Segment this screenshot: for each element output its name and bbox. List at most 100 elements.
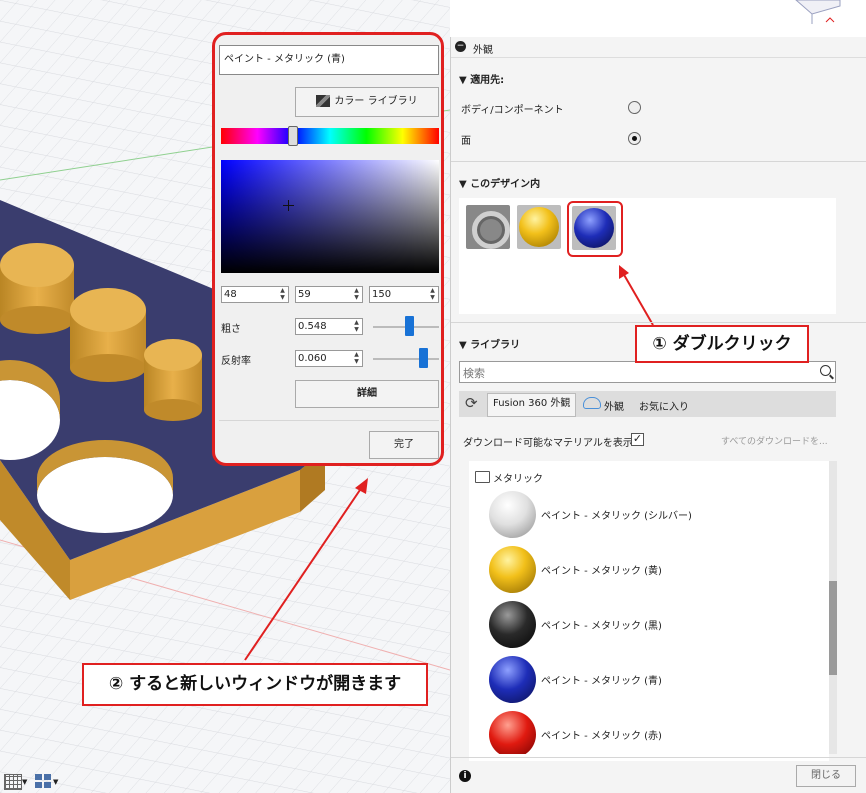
in-design-header[interactable]: ▼ このデザイン内 bbox=[459, 175, 540, 190]
library-item-label: ペイント - メタリック (シルバー) bbox=[541, 511, 692, 522]
search-icon-handle bbox=[829, 374, 834, 380]
divider bbox=[451, 322, 866, 323]
chevron-down-icon[interactable]: ▼ bbox=[22, 778, 27, 786]
saturation-value-field[interactable] bbox=[221, 160, 439, 273]
library-item[interactable]: ペイント - メタリック (黒) bbox=[489, 599, 829, 650]
cloud-icon bbox=[583, 397, 601, 409]
crosshair-icon bbox=[283, 200, 294, 211]
triangle-down-icon: ▼ bbox=[459, 179, 467, 190]
reflectance-slider-handle[interactable] bbox=[418, 348, 428, 368]
panel-title: 外観 bbox=[473, 45, 493, 56]
library-title: ライブラリ bbox=[470, 340, 521, 351]
silver-sphere bbox=[489, 491, 536, 538]
spinner-arrows-icon[interactable]: ▲ ▼ bbox=[352, 351, 361, 365]
reflectance-value: 0.060 bbox=[298, 353, 327, 364]
library-item-label: ペイント - メタリック (青) bbox=[541, 676, 662, 687]
info-icon[interactable]: i bbox=[459, 770, 471, 782]
triangle-down-icon: ▼ bbox=[459, 340, 467, 351]
folder-icon bbox=[475, 471, 490, 483]
grid-display-icon[interactable] bbox=[4, 774, 22, 790]
hue-slider[interactable] bbox=[221, 128, 439, 144]
divider bbox=[451, 161, 866, 162]
apply-to-title: 適用先: bbox=[470, 75, 505, 86]
chrome-material-thumbnail[interactable] bbox=[466, 205, 510, 249]
hue-slider-handle[interactable] bbox=[288, 126, 298, 146]
color-library-icon bbox=[316, 95, 331, 107]
library-item[interactable]: ペイント - メタリック (青) bbox=[489, 654, 829, 705]
appearance-panel: − 外観 ▼ 適用先: ボディ/コンポーネント 面 ▼ このデザイン内 ▼ ライ… bbox=[450, 37, 866, 793]
roughness-label: 粗さ bbox=[221, 324, 241, 335]
spinner-arrows-icon[interactable]: ▲ ▼ bbox=[352, 319, 361, 333]
blue-sphere bbox=[489, 656, 536, 703]
all-downloads-link[interactable]: すべてのダウンロードを... bbox=[721, 434, 828, 447]
annotation-arrow bbox=[619, 265, 654, 326]
viewports-icon[interactable] bbox=[35, 774, 51, 788]
library-scrollbar[interactable] bbox=[829, 461, 837, 754]
library-item-label: ペイント - メタリック (黒) bbox=[541, 621, 662, 632]
library-tabs: ⟳ Fusion 360 外観 外観 お気に入り bbox=[459, 391, 836, 417]
spinner-arrows-icon[interactable]: ▲ ▼ bbox=[278, 287, 287, 301]
tab-favorites[interactable]: お気に入り bbox=[639, 398, 689, 413]
apply-body-radio[interactable] bbox=[628, 101, 641, 114]
yellow-sphere bbox=[519, 207, 559, 247]
roughness-value: 0.548 bbox=[298, 321, 327, 332]
callout-new-window: ② すると新しいウィンドウが開きます bbox=[82, 663, 428, 706]
apply-face-radio[interactable] bbox=[628, 132, 641, 145]
callout-double-click: ① ダブルクリック bbox=[635, 325, 809, 363]
reflectance-label: 反射率 bbox=[221, 356, 251, 367]
panel-header: − 外観 bbox=[451, 37, 866, 58]
library-item-label: ペイント - メタリック (赤) bbox=[541, 731, 662, 742]
show-downloadable-checkbox[interactable]: ✓ bbox=[631, 433, 644, 446]
apply-option-body-label: ボディ/コンポーネント bbox=[461, 105, 564, 116]
details-button[interactable]: 詳細 bbox=[295, 380, 439, 408]
spinner-arrows-icon[interactable]: ▲ ▼ bbox=[352, 287, 361, 301]
blue-sphere bbox=[574, 208, 614, 248]
close-button[interactable]: 閉じる bbox=[796, 765, 856, 787]
reflectance-spinner[interactable]: 0.060 ▲ ▼ bbox=[295, 350, 363, 367]
red-sphere bbox=[489, 711, 536, 754]
red-value: 48 bbox=[224, 289, 237, 300]
library-item[interactable]: ペイント - メタリック (黄) bbox=[489, 544, 829, 595]
scrollbar-thumb[interactable] bbox=[829, 581, 837, 675]
library-item[interactable]: ペイント - メタリック (シルバー) bbox=[489, 489, 829, 540]
library-item-label: ペイント - メタリック (黄) bbox=[541, 566, 662, 577]
show-downloadable-label: ダウンロード可能なマテリアルを表示 bbox=[463, 438, 633, 449]
green-value-spinner[interactable]: 59 ▲ ▼ bbox=[295, 286, 363, 303]
search-placeholder: 検索 bbox=[463, 367, 485, 380]
color-library-label: カラー ライブラリ bbox=[334, 96, 418, 107]
chrome-ring-icon bbox=[472, 211, 510, 249]
library-header[interactable]: ▼ ライブラリ bbox=[459, 336, 520, 351]
material-name-field[interactable]: ペイント - メタリック (青) bbox=[219, 45, 439, 75]
in-design-title: このデザイン内 bbox=[470, 179, 541, 190]
cylinder bbox=[0, 243, 74, 334]
refresh-icon[interactable]: ⟳ bbox=[465, 394, 478, 412]
tab-appearances[interactable]: 外観 bbox=[604, 398, 624, 413]
view-cube[interactable] bbox=[792, 0, 842, 24]
chevron-down-icon[interactable]: ▼ bbox=[53, 778, 58, 786]
black-sphere bbox=[489, 601, 536, 648]
collapse-icon[interactable]: − bbox=[455, 41, 466, 52]
roughness-spinner[interactable]: 0.548 ▲ ▼ bbox=[295, 318, 363, 335]
spinner-arrows-icon[interactable]: ▲ ▼ bbox=[428, 287, 437, 301]
apply-to-header[interactable]: ▼ 適用先: bbox=[459, 71, 504, 86]
tab-fusion360-appearances[interactable]: Fusion 360 外観 bbox=[487, 393, 577, 417]
green-value: 59 bbox=[298, 289, 311, 300]
reflectance-slider-track[interactable] bbox=[373, 358, 439, 360]
red-value-spinner[interactable]: 48 ▲ ▼ bbox=[221, 286, 289, 303]
roughness-slider-handle[interactable] bbox=[405, 316, 415, 336]
folder-label[interactable]: メタリック bbox=[493, 470, 543, 485]
apply-option-face-label: 面 bbox=[461, 136, 471, 147]
blue-value: 150 bbox=[372, 289, 392, 300]
color-library-button[interactable]: カラー ライブラリ bbox=[295, 87, 439, 117]
yellow-material-thumbnail[interactable] bbox=[517, 205, 561, 249]
library-item[interactable]: ペイント - メタリック (赤) bbox=[489, 709, 829, 754]
triangle-down-icon: ▼ bbox=[459, 75, 467, 86]
blue-material-thumbnail[interactable] bbox=[572, 206, 616, 250]
color-picker-dialog: ペイント - メタリック (青) カラー ライブラリ 48 ▲ ▼ 59 ▲ ▼ 1… bbox=[212, 32, 444, 466]
search-input[interactable]: 検索 bbox=[459, 361, 836, 383]
blue-value-spinner[interactable]: 150 ▲ ▼ bbox=[369, 286, 439, 303]
done-button[interactable]: 完了 bbox=[369, 431, 439, 459]
divider bbox=[219, 420, 439, 421]
yellow-sphere bbox=[489, 546, 536, 593]
divider bbox=[451, 757, 866, 758]
